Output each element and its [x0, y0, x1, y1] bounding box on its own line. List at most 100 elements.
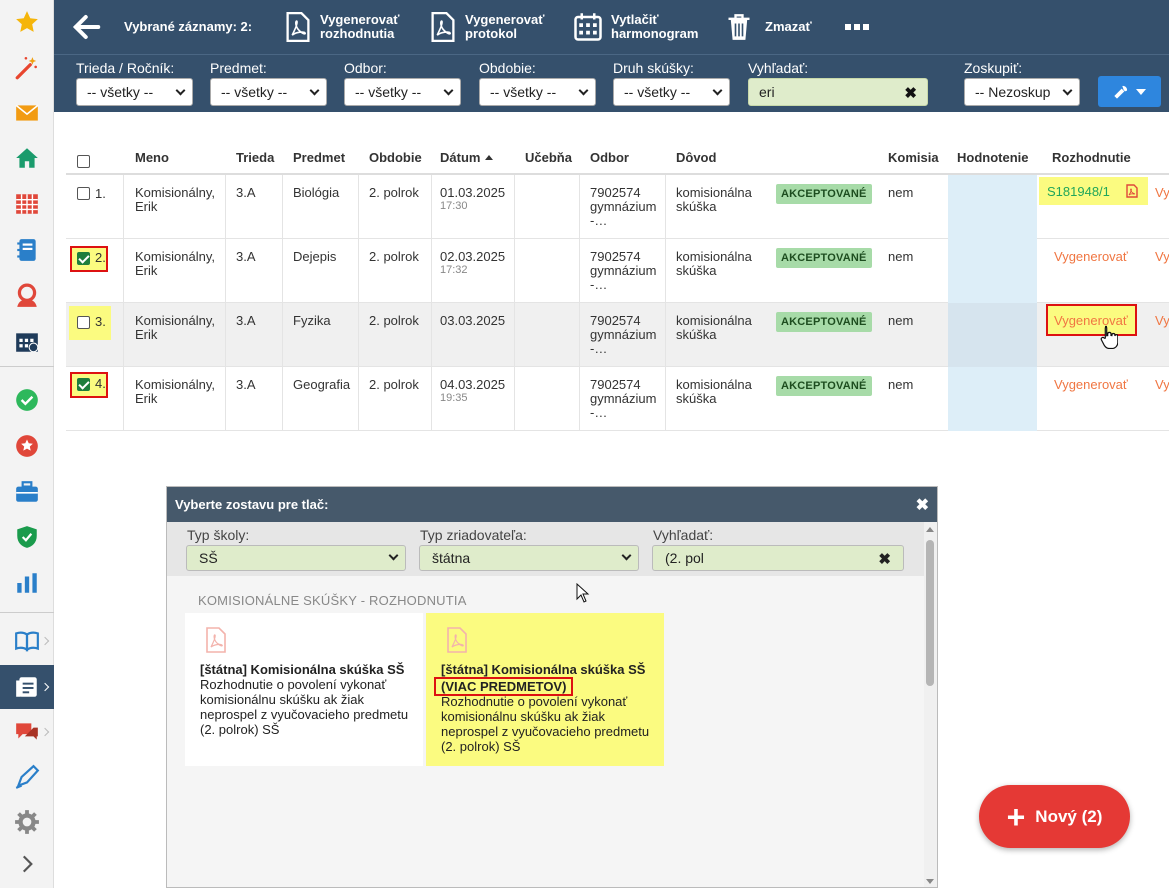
row-checkbox[interactable] [77, 252, 90, 265]
col-commission[interactable]: Komisia [888, 140, 939, 174]
sidebar-item-approvals[interactable] [0, 378, 54, 422]
generate-protocol-button[interactable]: Vygenerovať protokol [429, 0, 544, 54]
student-name: Komisionálny, [135, 185, 215, 200]
reason-cell: komisionálna [676, 377, 752, 392]
table-row[interactable]: 4. Komisionálny, Erik 3.A Geografia 2. p… [66, 367, 1169, 431]
grade-cell[interactable] [948, 175, 1037, 239]
dialog-filter-bar: Typ školy: SŠ Typ zriadovateľa: štátna V… [167, 522, 924, 576]
field-cell: 7902574 [590, 377, 641, 392]
sidebar-item-documents[interactable] [0, 665, 54, 709]
sidebar-item-edit[interactable] [0, 755, 54, 799]
col-grade[interactable]: Hodnotenie [957, 140, 1029, 174]
time-cell: 19:35 [440, 392, 468, 404]
scroll-up-icon[interactable] [926, 527, 934, 532]
magic-wand-icon [15, 56, 37, 80]
sidebar-item-portfolio[interactable] [0, 470, 54, 514]
decision-extra[interactable]: Vy [1155, 185, 1169, 200]
field-cell: gymnázium [590, 391, 657, 406]
row-number: 3. [95, 314, 106, 329]
report-card[interactable]: [štátna] Komisionálna skúška SŠ Rozhodnu… [185, 613, 423, 766]
period-filter-select[interactable]: -- všetky -- [479, 78, 596, 106]
sidebar-item-library[interactable] [0, 619, 54, 663]
sidebar-item-chat[interactable] [0, 710, 54, 754]
more-options-button[interactable] [844, 0, 870, 54]
status-badge: AKCEPTOVANÉ [776, 184, 872, 204]
status-badge: AKCEPTOVANÉ [776, 376, 872, 396]
sidebar-expand[interactable] [0, 842, 54, 886]
sidebar-item-students[interactable] [0, 274, 54, 318]
generate-decision-link[interactable]: Vygenerovať [1054, 249, 1128, 264]
search-input[interactable]: eri ✖ [748, 78, 928, 106]
grade-cell[interactable] [948, 367, 1037, 431]
close-icon[interactable]: ✖ [916, 495, 929, 515]
class-filter-select[interactable]: -- všetky -- [76, 78, 193, 106]
pdf-icon [447, 627, 467, 653]
decision-extra[interactable]: Vy [1155, 249, 1169, 264]
home-icon [16, 148, 38, 168]
exam-type-filter-select[interactable]: -- všetky -- [613, 78, 730, 106]
decision-extra[interactable]: Vy [1155, 377, 1169, 392]
decision-extra[interactable]: Vy [1155, 313, 1169, 328]
table-row[interactable]: 2. Komisionálny, Erik 3.A Dejepis 2. pol… [66, 239, 1169, 303]
col-reason[interactable]: Dôvod [676, 140, 716, 174]
col-decision[interactable]: Rozhodnutie [1052, 140, 1131, 174]
scroll-thumb[interactable] [926, 540, 934, 686]
col-name[interactable]: Meno [135, 140, 169, 174]
sidebar-item-wizard[interactable] [0, 46, 54, 90]
row-checkbox[interactable] [77, 187, 90, 200]
print-schedule-button[interactable]: Vytlačiť harmonogram [573, 0, 698, 54]
col-subject[interactable]: Predmet [293, 140, 345, 174]
check-circle-icon [16, 389, 38, 411]
sidebar-item-messages[interactable] [0, 91, 54, 135]
student-name: Komisionálny, [135, 313, 215, 328]
table-row[interactable]: 3. Komisionálny, Erik 3.A Fyzika 2. polr… [66, 303, 1169, 367]
sidebar-item-classbook[interactable] [0, 228, 54, 272]
scroll-down-icon[interactable] [926, 879, 934, 884]
row-checkbox[interactable] [77, 378, 90, 391]
dialog-scrollbar[interactable] [924, 522, 937, 887]
dialog-search-input[interactable]: (2. pol ✖ [652, 545, 904, 571]
delete-button[interactable]: Zmazať [727, 0, 812, 54]
col-field[interactable]: Odbor [590, 140, 629, 174]
sidebar-item-timetable[interactable] [0, 320, 54, 364]
generate-decisions-button[interactable]: Vygenerovať rozhodnutia [284, 0, 399, 54]
back-button[interactable] [72, 0, 102, 54]
grade-cell[interactable] [948, 239, 1037, 303]
clear-icon[interactable]: ✖ [904, 84, 917, 102]
school-type-select[interactable]: SŠ [186, 545, 406, 571]
sidebar-item-favorites[interactable] [0, 0, 54, 44]
reason-cell: skúška [676, 263, 717, 278]
report-card-selected[interactable]: [štátna] Komisionálna skúška SŠ (VIAC PR… [426, 613, 664, 766]
sidebar-item-ratings[interactable] [0, 424, 54, 468]
generate-decision-link[interactable]: Vygenerovať [1054, 377, 1128, 392]
sidebar-item-statistics[interactable] [0, 561, 54, 605]
tools-menu-button[interactable] [1098, 76, 1161, 107]
row-checkbox[interactable] [77, 316, 90, 329]
date-cell: 04.03.2025 [440, 377, 506, 392]
sidebar-item-calendar[interactable] [0, 182, 54, 226]
founder-type-select[interactable]: štátna [419, 545, 639, 571]
decision-link[interactable]: S181948/1 [1039, 177, 1148, 205]
field-filter-select[interactable]: -- všetky -- [344, 78, 461, 106]
col-class[interactable]: Trieda [236, 140, 274, 174]
report-description: Rozhodnutie o povolení vykonať komisioná… [200, 677, 409, 737]
chevron-right-icon [40, 682, 50, 692]
subject-filter-select[interactable]: -- všetky -- [210, 78, 327, 106]
new-record-button[interactable]: + Nový (2) [979, 785, 1130, 848]
sidebar-item-home[interactable] [0, 136, 54, 180]
col-date[interactable]: Dátum [440, 140, 494, 174]
table-row[interactable]: 1. Komisionálny, Erik 3.A Biológia 2. po… [66, 175, 1169, 239]
student-name: Erik [135, 263, 158, 278]
sidebar-item-security[interactable] [0, 515, 54, 559]
col-room[interactable]: Učebňa [525, 140, 572, 174]
pdf-icon [431, 12, 455, 42]
col-period[interactable]: Obdobie [369, 140, 422, 174]
group-by-select[interactable]: -- Nezoskup [964, 78, 1080, 106]
student-name: Komisionálny, [135, 249, 215, 264]
star-badge-icon [16, 435, 38, 457]
clear-icon[interactable]: ✖ [878, 550, 891, 568]
grade-cell[interactable] [948, 303, 1037, 367]
class-cell: 3.A [236, 377, 256, 392]
sidebar-item-settings[interactable] [0, 800, 54, 844]
plus-icon: + [1006, 798, 1026, 835]
